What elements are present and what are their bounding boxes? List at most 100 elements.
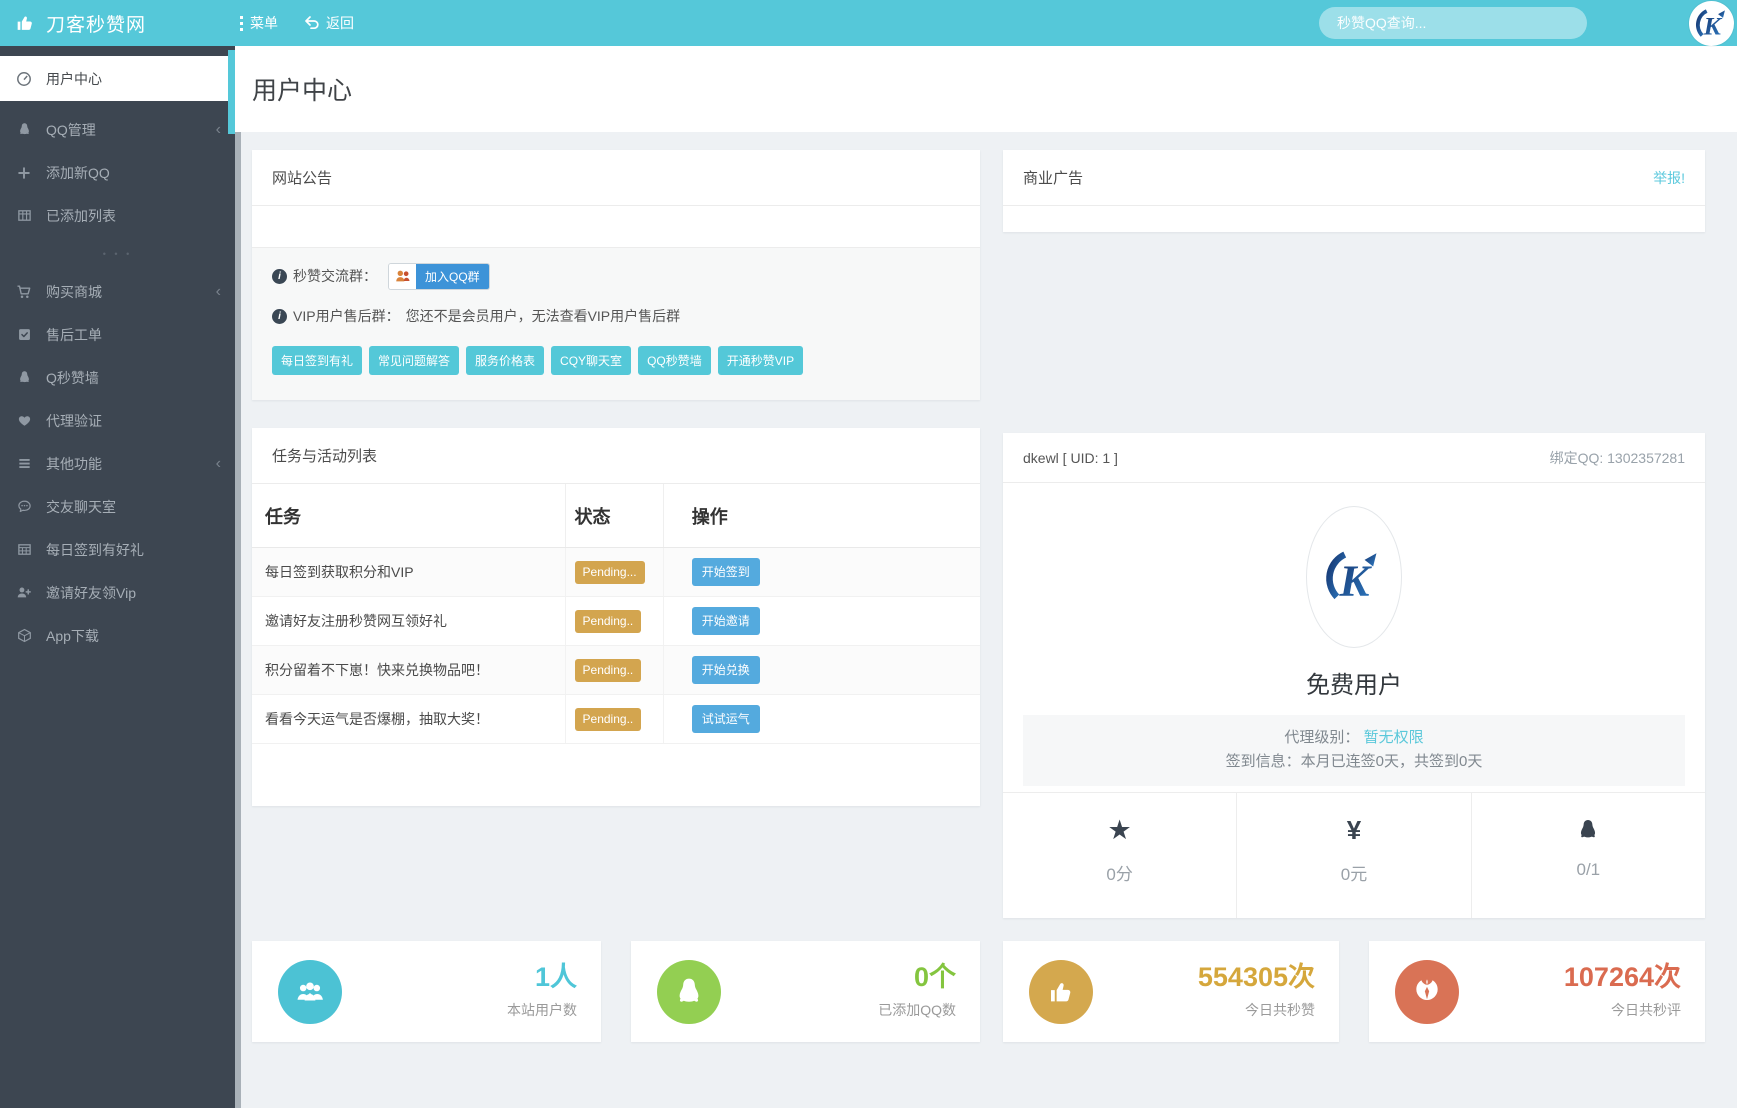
svg-text:K: K bbox=[1338, 555, 1372, 605]
tasks-table: 任务 状态 操作 每日签到获取积分和VIP Pending... 开始签到 邀请… bbox=[252, 484, 980, 744]
points-value: 0分 bbox=[1106, 865, 1133, 884]
stat-card-total-likes: 554305次 今日共秒赞 bbox=[1003, 941, 1339, 1042]
tag-cqy-chat[interactable]: CQY聊天室 bbox=[551, 346, 632, 375]
qq-penguin-icon bbox=[16, 370, 32, 386]
users-icon bbox=[278, 959, 342, 1024]
qq-group-avatar-icon bbox=[389, 263, 416, 289]
sidebar-item-chat-room[interactable]: 交友聊天室 bbox=[0, 485, 235, 528]
check-square-icon bbox=[16, 327, 32, 343]
tasks-title: 任务与活动列表 bbox=[272, 448, 378, 465]
sidebar-item-agent-verify[interactable]: 代理验证 bbox=[0, 399, 235, 442]
sidebar-divider-dots: • • • bbox=[102, 248, 133, 259]
report-link[interactable]: 举报! bbox=[1653, 168, 1685, 188]
tag-faq[interactable]: 常见问题解答 bbox=[369, 346, 460, 375]
join-qq-group-label: 加入QQ群 bbox=[416, 263, 489, 289]
vip-row-label: VIP用户售后群： bbox=[293, 308, 400, 324]
task-name: 邀请好友注册秒赞网互领好礼 bbox=[252, 596, 566, 646]
tag-open-vip[interactable]: 开通秒赞VIP bbox=[717, 346, 804, 375]
sidebar-item-shop[interactable]: 购买商城 ‹ bbox=[0, 270, 235, 313]
sidebar-item-qq-like-wall[interactable]: Q秒赞墙 bbox=[0, 356, 235, 399]
announcement-card: 网站公告 i 秒赞交流群： 加入QQ群 i VIP用户售后群： 您还不是会员用户… bbox=[252, 150, 980, 400]
tag-qq-like-wall[interactable]: QQ秒赞墙 bbox=[638, 346, 711, 375]
info-icon: i bbox=[272, 268, 287, 284]
sidebar-item-daily-signin[interactable]: 每日签到有好礼 bbox=[0, 528, 235, 571]
stat-label: 今日共秒评 bbox=[1611, 1001, 1681, 1018]
stat-value: 554305次 bbox=[1197, 962, 1315, 993]
status-badge: Pending.. bbox=[574, 707, 642, 731]
chevron-left-icon: ‹ bbox=[215, 282, 221, 300]
search-input[interactable] bbox=[1319, 7, 1587, 39]
calendar-grid-icon bbox=[16, 542, 32, 558]
start-exchange-button[interactable]: 开始兑换 bbox=[691, 656, 760, 684]
announcement-body bbox=[252, 206, 980, 247]
top-header-bar: 刀客秒赞网 菜单 返回 K bbox=[0, 0, 1737, 46]
back-button[interactable]: 返回 bbox=[304, 13, 354, 33]
column-header-status: 状态 bbox=[565, 484, 664, 548]
table-row: 每日签到获取积分和VIP Pending... 开始签到 bbox=[252, 547, 980, 597]
avatar: K bbox=[1306, 506, 1402, 648]
ad-card: 商业广告 举报! bbox=[1003, 150, 1705, 232]
sidebar-item-added-list[interactable]: 已添加列表 bbox=[0, 194, 235, 237]
sidebar-nav: 用户中心 QQ管理 ‹ 添加新QQ 已添加列表 • • • 购买商城 ‹ 售后工… bbox=[0, 46, 235, 1108]
task-name: 每日签到获取积分和VIP bbox=[252, 547, 566, 597]
join-qq-group-button[interactable]: 加入QQ群 bbox=[389, 263, 489, 289]
cart-icon bbox=[16, 284, 32, 300]
table-row: 看看今天运气是否爆棚，抽取大奖！ Pending.. 试试运气 bbox=[252, 694, 980, 744]
tag-daily-signin[interactable]: 每日签到有礼 bbox=[272, 346, 363, 375]
sidebar-item-aftersale-ticket[interactable]: 售后工单 bbox=[0, 313, 235, 356]
balance-stat: ¥ 0元 bbox=[1236, 793, 1470, 918]
chevron-left-icon: ‹ bbox=[215, 120, 221, 138]
vertical-dots-icon bbox=[239, 15, 244, 31]
points-stat: ★ 0分 bbox=[1003, 793, 1236, 918]
stat-label: 今日共秒赞 bbox=[1245, 1001, 1315, 1018]
task-name: 积分留着不下崽！快来兑换物品吧！ bbox=[252, 645, 566, 695]
menu-toggle[interactable]: 菜单 bbox=[239, 13, 278, 33]
thumbs-up-icon bbox=[1029, 959, 1093, 1024]
stat-card-total-comments: 107264次 今日共秒评 bbox=[1369, 941, 1705, 1042]
sidebar-item-qq-manage[interactable]: QQ管理 ‹ bbox=[0, 108, 235, 151]
page-title-bar: 用户中心 bbox=[235, 46, 1737, 132]
page-title: 用户中心 bbox=[252, 77, 353, 105]
table-row: 积分留着不下崽！快来兑换物品吧！ Pending.. 开始兑换 bbox=[252, 645, 980, 695]
site-logo[interactable]: K bbox=[1689, 1, 1734, 46]
sidebar-item-app-download[interactable]: App下载 bbox=[0, 614, 235, 657]
balance-value: 0元 bbox=[1340, 865, 1368, 884]
sidebar-item-other-functions[interactable]: 其他功能 ‹ bbox=[0, 442, 235, 485]
group-row-label: 秒赞交流群： bbox=[293, 268, 377, 284]
status-badge: Pending... bbox=[574, 560, 645, 584]
yen-icon: ¥ bbox=[1346, 815, 1362, 845]
column-header-action: 操作 bbox=[663, 484, 980, 548]
tasks-card: 任务与活动列表 任务 状态 操作 每日签到获取积分和VIP Pending...… bbox=[252, 428, 980, 806]
start-signin-button[interactable]: 开始签到 bbox=[691, 558, 760, 586]
start-invite-button[interactable]: 开始邀请 bbox=[691, 607, 760, 635]
sidebar-item-add-qq[interactable]: 添加新QQ bbox=[0, 151, 235, 194]
chat-bubble-icon bbox=[16, 499, 32, 515]
stat-card-added-qq: 0个 已添加QQ数 bbox=[631, 941, 980, 1042]
brand[interactable]: 刀客秒赞网 bbox=[0, 10, 221, 37]
rebel-bird-icon bbox=[1395, 959, 1459, 1024]
task-name: 看看今天运气是否爆棚，抽取大奖！ bbox=[252, 694, 566, 744]
star-icon: ★ bbox=[1107, 814, 1132, 845]
user-plus-icon bbox=[16, 585, 32, 601]
qq-icon bbox=[657, 959, 721, 1024]
stat-value: 107264次 bbox=[1563, 962, 1681, 993]
tag-price-list[interactable]: 服务价格表 bbox=[466, 346, 545, 375]
profile-username: dkewl [ UID: 1 ] bbox=[1023, 449, 1118, 466]
try-luck-button[interactable]: 试试运气 bbox=[691, 705, 760, 733]
sidebar-scrollbar-thumb[interactable] bbox=[228, 50, 235, 134]
sidebar-item-user-center[interactable]: 用户中心 bbox=[0, 56, 235, 101]
signin-info: 签到信息：本月已连签0天，共签到0天 bbox=[1225, 753, 1483, 770]
stat-label: 已添加QQ数 bbox=[878, 1001, 956, 1018]
content-scrollbar[interactable] bbox=[235, 132, 241, 1108]
stat-label: 本站用户数 bbox=[507, 1001, 577, 1018]
agent-info-box: 代理级别： 暂无权限 签到信息：本月已连签0天，共签到0天 bbox=[1023, 715, 1685, 786]
sidebar-item-invite-friends[interactable]: 邀请好友领Vip bbox=[0, 571, 235, 614]
user-level: 免费用户 bbox=[1306, 672, 1402, 699]
return-arrow-icon bbox=[304, 16, 320, 30]
agent-level-link[interactable]: 暂无权限 bbox=[1364, 729, 1424, 746]
site-title: 刀客秒赞网 bbox=[46, 14, 147, 36]
ad-title: 商业广告 bbox=[1023, 170, 1084, 187]
plus-icon bbox=[16, 165, 32, 181]
agent-level-label: 代理级别： bbox=[1284, 729, 1360, 746]
thumbs-up-icon bbox=[14, 12, 36, 34]
